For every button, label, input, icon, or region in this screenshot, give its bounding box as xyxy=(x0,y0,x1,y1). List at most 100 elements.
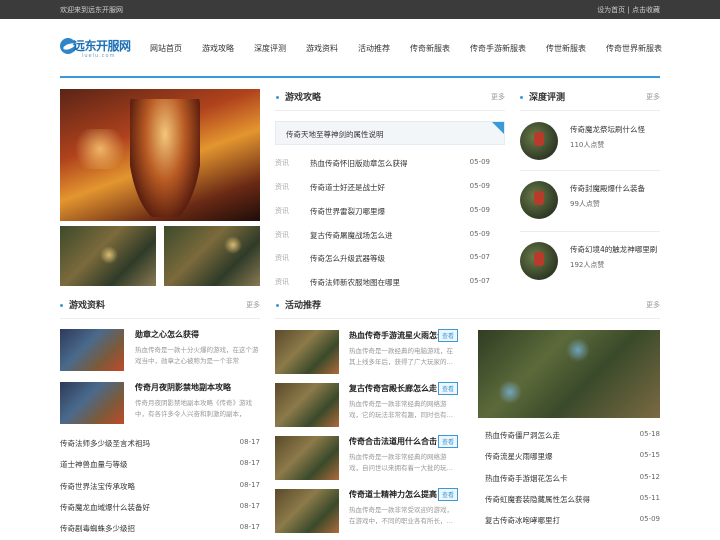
list-item[interactable]: 复古传奇冰咆哮哪里打 05-09 xyxy=(485,513,660,527)
nav-item-chuanshi-servers[interactable]: 传世新服表 xyxy=(546,43,586,54)
list-item[interactable]: 资讯 传奇怎么升级武器等级 05-07 xyxy=(275,251,505,265)
list-item[interactable]: 热血传奇僵尸洞怎么走 05-18 xyxy=(485,428,660,442)
news-title[interactable]: 传奇法师新农服地图在哪里 xyxy=(310,277,400,288)
news-tag: 资讯 xyxy=(275,159,289,167)
list-item[interactable]: 传奇流星火雨哪里爆 05-15 xyxy=(485,449,660,463)
feature-glow xyxy=(566,338,590,362)
list-title[interactable]: 传奇世界法宝传承攻略 xyxy=(60,481,135,492)
list-title[interactable]: 热血传奇手游烟花怎么卡 xyxy=(485,473,568,484)
activity-item[interactable]: 传奇合击法道用什么合击 查看 热血传奇是一款非常经典的网络游戏，自问世以来拥有着… xyxy=(275,435,460,482)
data-more-link[interactable]: 更多 xyxy=(246,300,260,310)
site-logo[interactable]: 远东开服网 luelu.com xyxy=(60,37,140,59)
news-title[interactable]: 热血传奇怀旧版勋章怎么获得 xyxy=(310,158,408,169)
notice-corner-icon xyxy=(492,122,504,134)
view-badge-button[interactable]: 查看 xyxy=(438,329,459,342)
article-desc: 热血传奇是一款十分火爆的游戏，在这个游戏当中，勋章之心被称为是一个非常 xyxy=(135,346,259,365)
list-date: 08-17 xyxy=(239,438,260,446)
nav-item-legend-servers[interactable]: 传奇新服表 xyxy=(410,43,450,54)
activity-thumb xyxy=(275,330,339,374)
list-title[interactable]: 传奇法师多少级圣言术祖玛 xyxy=(60,438,150,449)
news-date: 05-07 xyxy=(469,277,490,285)
activity-desc: 热血传奇是一款非常受欢迎的游戏，在游戏中，不同的职业各有所长，… xyxy=(349,506,453,525)
activity-item[interactable]: 复古传奇宫殿长廊怎么走 查看 热血传奇是一款非常经典的网络游戏，它的玩法非常有趣… xyxy=(275,382,460,429)
activity-more-link[interactable]: 更多 xyxy=(646,300,660,310)
news-date: 05-09 xyxy=(469,158,490,166)
review-item[interactable]: 传奇封魔殿爆什么装备 99人点赞 xyxy=(520,181,660,231)
article-item[interactable]: 传奇月夜阴影禁地副本攻略 传奇月夜阴影禁地副本攻略《传奇》游戏中，有各许多令人兴… xyxy=(60,382,260,427)
list-date: 05-11 xyxy=(639,494,660,502)
activity-desc: 热血传奇是一款经典的电脑游戏，在其上线多年后，获得了广大玩家的… xyxy=(349,347,453,366)
article-thumb xyxy=(60,382,124,424)
view-badge-button[interactable]: 查看 xyxy=(438,382,459,395)
news-date: 05-09 xyxy=(469,182,490,190)
list-item[interactable]: 传奇剧毒蜘蛛多少级招 08-17 xyxy=(60,521,260,535)
hero-flare xyxy=(70,129,130,169)
review-thumb xyxy=(520,181,558,219)
list-item[interactable]: 传奇虹魔套装隐藏属性怎么获得 05-11 xyxy=(485,492,660,506)
news-date: 05-09 xyxy=(469,230,490,238)
list-title[interactable]: 热血传奇僵尸洞怎么走 xyxy=(485,430,560,441)
nav-item-activity[interactable]: 活动推荐 xyxy=(358,43,390,54)
hero-banner[interactable] xyxy=(60,89,260,221)
review-title[interactable]: 传奇幻境4的触龙神哪里刷 xyxy=(570,244,657,255)
data-section-title: 游戏资料 xyxy=(60,298,105,311)
list-item[interactable]: 资讯 传奇法师新农服地图在哪里 05-07 xyxy=(275,275,505,289)
hero-thumb-1[interactable] xyxy=(60,226,156,286)
list-item[interactable]: 资讯 传奇道士好还是战士好 05-09 xyxy=(275,180,505,194)
article-title[interactable]: 勋章之心怎么获得 xyxy=(135,329,199,340)
review-more-link[interactable]: 更多 xyxy=(646,92,660,102)
review-item[interactable]: 传奇魔龙祭坛刷什么怪 110人点赞 xyxy=(520,122,660,172)
data-divider xyxy=(60,318,260,319)
guide-notice[interactable]: 传奇天地至尊神剑的属性说明 xyxy=(275,121,505,145)
list-date: 08-17 xyxy=(239,523,260,531)
list-item[interactable]: 资讯 传奇世界雷裂刀哪里爆 05-09 xyxy=(275,204,505,218)
list-item[interactable]: 热血传奇手游烟花怎么卡 05-12 xyxy=(485,471,660,485)
review-divider xyxy=(520,110,660,111)
list-item[interactable]: 传奇世界法宝传承攻略 08-17 xyxy=(60,479,260,493)
guide-divider xyxy=(275,110,505,111)
list-title[interactable]: 传奇魔龙血域爆什么装备好 xyxy=(60,502,150,513)
nav-item-guide[interactable]: 游戏攻略 xyxy=(202,43,234,54)
guide-more-link[interactable]: 更多 xyxy=(491,92,505,102)
list-title[interactable]: 道士神兽血量与等级 xyxy=(60,459,128,470)
article-item[interactable]: 勋章之心怎么获得 热血传奇是一款十分火爆的游戏，在这个游戏当中，勋章之心被称为是… xyxy=(60,329,260,374)
list-item[interactable]: 道士神兽血量与等级 08-17 xyxy=(60,457,260,471)
list-item[interactable]: 传奇魔龙血域爆什么装备好 08-17 xyxy=(60,500,260,514)
review-likes: 192人点赞 xyxy=(570,261,605,269)
activity-title[interactable]: 热血传奇手游流星火雨怎么获得 xyxy=(349,330,439,341)
activity-item[interactable]: 传奇道士精神力怎么提高 查看 热血传奇是一款非常受欢迎的游戏，在游戏中，不同的职… xyxy=(275,488,460,535)
nav-item-home[interactable]: 网站首页 xyxy=(150,43,182,54)
hero-thumb-2[interactable] xyxy=(164,226,260,286)
list-title[interactable]: 传奇流星火雨哪里爆 xyxy=(485,451,553,462)
list-item[interactable]: 传奇法师多少级圣言术祖玛 08-17 xyxy=(60,436,260,450)
view-badge-button[interactable]: 查看 xyxy=(438,435,459,448)
activity-title[interactable]: 传奇道士精神力怎么提高 xyxy=(349,489,439,500)
activity-feature-image[interactable] xyxy=(478,330,660,418)
review-item[interactable]: 传奇幻境4的触龙神哪里刷 192人点赞 xyxy=(520,242,660,292)
news-tag: 资讯 xyxy=(275,278,289,286)
news-title[interactable]: 传奇道士好还是战士好 xyxy=(310,182,385,193)
list-title[interactable]: 传奇虹魔套装隐藏属性怎么获得 xyxy=(485,494,590,505)
view-badge-button[interactable]: 查看 xyxy=(438,488,459,501)
activity-item[interactable]: 热血传奇手游流星火雨怎么获得 查看 热血传奇是一款经典的电脑游戏，在其上线多年后… xyxy=(275,329,460,376)
nav-item-mobile-servers[interactable]: 传奇手游新服表 xyxy=(470,43,526,54)
list-item[interactable]: 资讯 复古传奇屠魔战场怎么进 05-09 xyxy=(275,228,505,242)
review-divider xyxy=(520,231,660,232)
news-title[interactable]: 传奇怎么升级武器等级 xyxy=(310,253,385,264)
review-title[interactable]: 传奇魔龙祭坛刷什么怪 xyxy=(570,124,645,135)
list-item[interactable]: 资讯 热血传奇怀旧版勋章怎么获得 05-09 xyxy=(275,156,505,170)
top-bar: 欢迎来到远东开服网 设为首页 | 点击收藏 xyxy=(0,0,720,19)
news-title[interactable]: 传奇世界雷裂刀哪里爆 xyxy=(310,206,385,217)
main-nav: 网站首页 游戏攻略 深度评测 游戏资料 活动推荐 传奇新服表 传奇手游新服表 传… xyxy=(150,43,662,54)
list-title[interactable]: 复古传奇冰咆哮哪里打 xyxy=(485,515,560,526)
list-title[interactable]: 传奇剧毒蜘蛛多少级招 xyxy=(60,523,135,534)
news-title[interactable]: 复古传奇屠魔战场怎么进 xyxy=(310,230,393,241)
activity-title[interactable]: 传奇合击法道用什么合击 xyxy=(349,436,439,447)
activity-title[interactable]: 复古传奇宫殿长廊怎么走 xyxy=(349,383,439,394)
nav-item-world-servers[interactable]: 传奇世界新服表 xyxy=(606,43,662,54)
top-links[interactable]: 设为首页 | 点击收藏 xyxy=(597,5,660,15)
article-title[interactable]: 传奇月夜阴影禁地副本攻略 xyxy=(135,382,231,393)
nav-item-review[interactable]: 深度评测 xyxy=(254,43,286,54)
nav-item-data[interactable]: 游戏资料 xyxy=(306,43,338,54)
review-title[interactable]: 传奇封魔殿爆什么装备 xyxy=(570,183,645,194)
